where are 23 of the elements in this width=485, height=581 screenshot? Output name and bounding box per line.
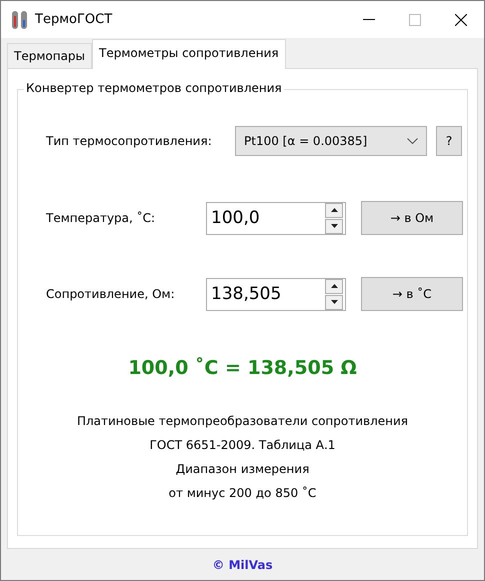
thermometer-icon — [11, 10, 29, 30]
help-button[interactable]: ? — [436, 126, 462, 156]
info-text: от минус 200 до 850 ˚С — [168, 485, 316, 502]
convert-button[interactable]: → в ˚С — [361, 277, 463, 311]
info-text: Платиновые термопреобразователи сопротивления — [76, 413, 408, 430]
field-label: Сопротивление, Ом: — [46, 287, 176, 301]
info-text: ГОСТ 6651-2009. Таблица А.1 — [150, 437, 336, 454]
copyright-text: © MilVas — [212, 558, 273, 572]
type-dropdown[interactable]: Pt100 [α = 0.00385] — [235, 126, 427, 156]
convert-button[interactable]: → в Ом — [361, 201, 463, 235]
tab[interactable]: Термометры сопротивления — [92, 39, 286, 69]
close-icon[interactable] — [455, 14, 467, 26]
result-text: 100,0 ˚С = 138,505 Ω — [127, 357, 358, 379]
number-spinbox[interactable]: 138,505 — [206, 278, 346, 310]
field-label: Температура, ˚С: — [46, 211, 156, 225]
info-text: Диапазон измерения — [176, 461, 310, 478]
tab[interactable]: Термопары — [7, 43, 92, 68]
minimize-icon[interactable] — [363, 18, 375, 20]
field-label: Тип термосопротивления: — [46, 134, 213, 148]
chevron-icon — [407, 138, 418, 144]
number-spinbox[interactable]: 100,0 — [206, 202, 346, 234]
group-title: Конвертер термометров сопротивления — [24, 81, 284, 95]
window-title: ТермоГОСТ — [35, 12, 114, 27]
